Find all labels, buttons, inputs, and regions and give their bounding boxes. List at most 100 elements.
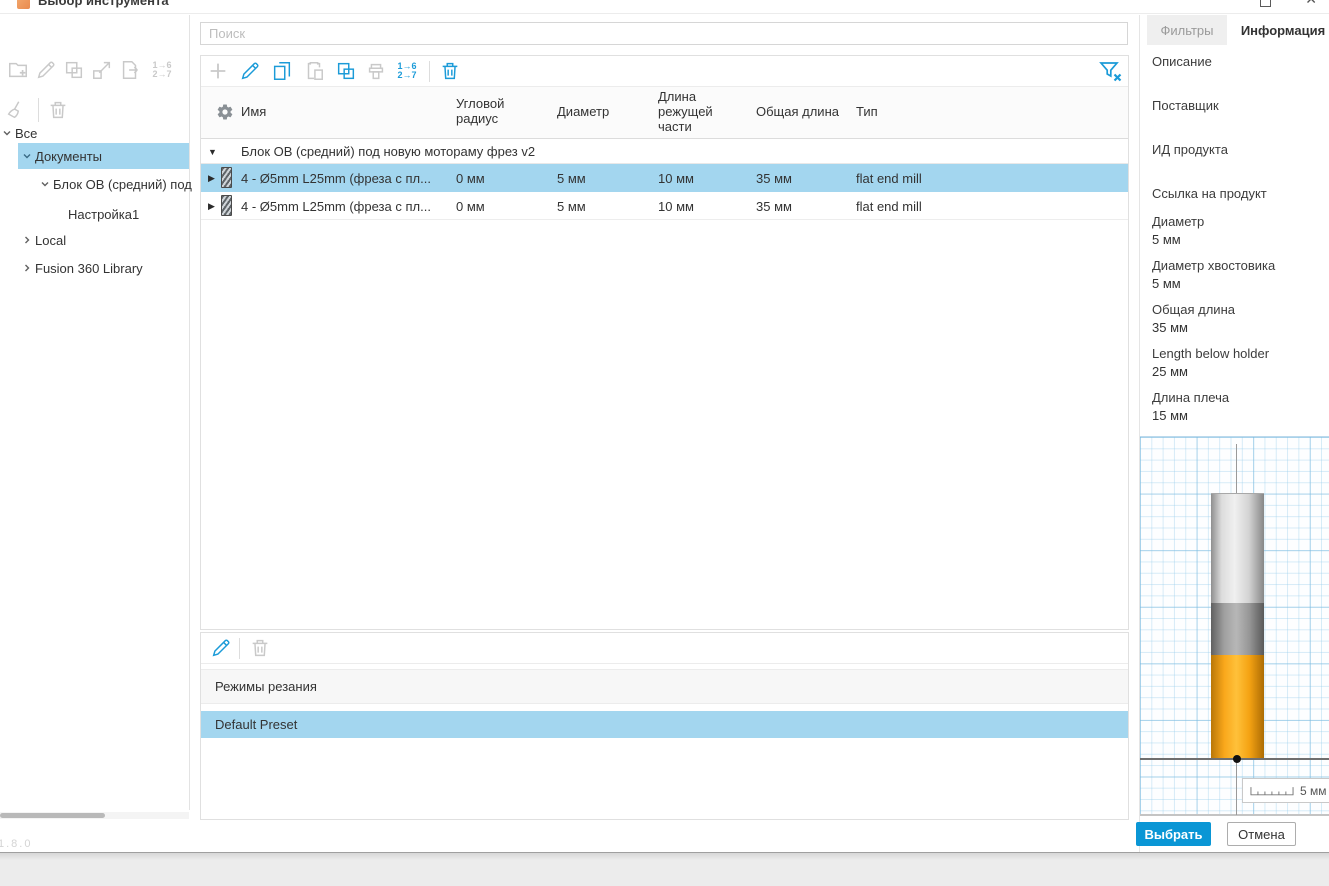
tree-item-fusion-library[interactable]: Fusion 360 Library [22,255,143,281]
tree-item-blok-ov[interactable]: Блок ОВ (средний) под [40,171,192,197]
left-panel-hscrollbar[interactable] [0,812,189,819]
tool-tip-dot [1233,755,1241,763]
field-value: 25 мм [1152,364,1188,379]
close-icon[interactable]: ✕ [1305,0,1317,6]
table-row[interactable]: ▶ 4 - Ø5mm L25mm (фреза с пл... 0 мм 5 м… [201,192,1128,220]
cell-diameter: 5 мм [557,171,586,186]
tab-filters[interactable]: Фильтры [1147,15,1227,45]
version-label: 1.8.0 [0,838,33,850]
cell-type: flat end mill [856,171,922,186]
column-header-type[interactable]: Тип [856,104,878,119]
tree-item-label: Все [15,125,38,141]
expand-triangle-icon[interactable]: ▶ [208,201,215,212]
cell-flute-length: 10 мм [658,171,694,186]
cleanup-button[interactable] [4,98,28,122]
field-label: Length below holder [1152,346,1270,361]
cell-type: flat end mill [856,199,922,214]
add-tool-button[interactable] [206,59,230,83]
select-button[interactable]: Выбрать [1136,822,1211,846]
scale-label: 5 мм [1300,783,1327,798]
tab-information[interactable]: Информация [1227,15,1329,45]
tab-label: Информация [1240,22,1326,38]
tab-label: Фильтры [1160,22,1214,38]
tool-axis-line [1236,760,1237,815]
title-bar: Выбор инструмента ✕ [0,0,1329,14]
presets-header: Режимы резания [201,669,1128,704]
edit-tool-button[interactable] [34,58,58,82]
cancel-button[interactable]: Отмена [1227,822,1296,846]
column-header-flute-length[interactable]: Длина режущей части [658,89,730,134]
field-label: Описание [1152,54,1212,69]
column-settings-gear-icon[interactable] [213,100,237,124]
maximize-icon[interactable] [1260,0,1271,7]
duplicate-button[interactable] [334,59,358,83]
info-field-product-id: ИД продукта [1152,142,1322,160]
info-field-product-link: Ссылка на продукт [1152,186,1322,204]
left-panel-divider [189,15,190,810]
renumber-button[interactable]: 1→6 2→7 [148,58,176,82]
tree-item-label: Fusion 360 Library [35,260,143,276]
tool-preview: 5 мм [1140,436,1329,816]
preset-item-selected[interactable]: Default Preset [201,711,1128,738]
cell-corner-radius: 0 мм [456,171,485,186]
edit-button[interactable] [238,59,262,83]
info-field-diameter: Диаметр 5 мм [1152,214,1322,247]
toolbar-divider [201,663,1128,664]
cell-overall-length: 35 мм [756,199,792,214]
column-header-overall-length[interactable]: Общая длина [756,104,839,119]
info-field-shoulder-length: Длина плеча 15 мм [1152,390,1322,423]
tree-item-setup1[interactable]: Настройка1 [68,201,139,227]
field-value: 15 мм [1152,408,1188,423]
paste-button[interactable] [302,59,326,83]
edit-preset-button[interactable] [209,636,233,660]
delete-preset-button[interactable] [248,636,272,660]
field-label: Длина плеча [1152,390,1230,405]
clear-filter-icon[interactable] [1097,59,1125,83]
cell-name: 4 - Ø5mm L25mm (фреза с пл... [241,199,431,214]
field-label: Поставщик [1152,98,1219,113]
field-label: Общая длина [1152,302,1235,317]
tree-item-label: Настройка1 [68,206,140,222]
field-value: 5 мм [1152,232,1181,247]
table-group-row[interactable]: ▼ Блок ОВ (средний) под новую мотораму ф… [201,140,1128,164]
cell-flute-length: 10 мм [658,199,694,214]
info-field-description: Описание [1152,54,1322,72]
toolbar-separator [429,61,430,82]
cell-overall-length: 35 мм [756,171,792,186]
chevron-right-icon [25,264,30,272]
column-header-corner-radius[interactable]: Угловой радиус [456,96,526,126]
ruler-icon [1250,786,1294,795]
field-value: 35 мм [1152,320,1188,335]
info-field-vendor: Поставщик [1152,98,1322,116]
window-title: Выбор инструмента [38,0,169,8]
table-header: Имя Угловой радиус Диаметр Длина режущей… [201,87,1128,139]
tool-table-panel: 1→6 2→7 Имя Угловой радиус Диаметр Длина … [200,55,1129,630]
chevron-down-icon [41,182,49,187]
duplicate-button[interactable] [62,58,86,82]
tree-item-local[interactable]: Local [22,227,66,253]
tree-item-label: Документы [35,148,103,164]
delete-button[interactable] [438,59,462,83]
renumber-button[interactable]: 1→6 2→7 [393,59,421,83]
scrollbar-thumb[interactable] [0,813,105,818]
app-logo-icon [17,0,30,9]
add-group-button[interactable] [6,58,30,82]
delete-tool-button[interactable] [46,98,70,122]
info-field-shaft-diameter: Диаметр хвостовика 5 мм [1152,258,1322,291]
table-row[interactable]: ▶ 4 - Ø5mm L25mm (фреза с пл... 0 мм 5 м… [201,164,1128,192]
column-header-name[interactable]: Имя [241,104,266,119]
field-label: Диаметр [1152,214,1205,229]
cell-diameter: 5 мм [557,199,586,214]
end-mill-icon [221,195,232,216]
copy-button[interactable] [270,59,294,83]
holder-button[interactable] [364,59,388,83]
search-input[interactable] [200,22,1128,45]
collapse-triangle-icon[interactable]: ▼ [208,147,217,157]
move-to-button[interactable] [90,58,114,82]
export-button[interactable] [118,58,142,82]
column-header-diameter[interactable]: Диаметр [557,104,609,119]
expand-triangle-icon[interactable]: ▶ [208,173,215,184]
field-label: Диаметр хвостовика [1152,258,1276,273]
toolbar-separator [239,638,240,659]
tree-item-documents[interactable]: Документы [22,143,102,169]
